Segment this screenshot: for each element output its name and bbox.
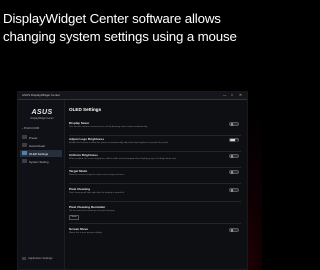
- setting-row-target-mode: Target Mode Dims the screen except the c…: [69, 169, 241, 184]
- headline-line-1: DisplayWidget Center software allows: [3, 11, 221, 26]
- setting-title: Pixel Cleaning: [69, 187, 91, 191]
- sidebar-item-label: System Setting: [29, 159, 49, 164]
- setting-row-adjust-logo-brightness: Adjust Logo Brightness Enable this funct…: [69, 137, 241, 152]
- setting-description: When enabled, the screen brightness will…: [69, 158, 177, 160]
- gear-icon: [22, 159, 27, 163]
- adjust-logo-brightness-toggle[interactable]: [229, 138, 239, 142]
- setting-title: Pixel Cleaning Reminder: [69, 205, 106, 209]
- window-title: ASUS DisplayWidget Center: [22, 93, 61, 97]
- setting-description: Enable this function to allow the system…: [69, 142, 169, 144]
- application-settings-label: Application Settings: [28, 256, 53, 260]
- sidebar-item-label: Preset: [29, 135, 38, 140]
- setting-title: Uniform Brightness: [69, 153, 98, 157]
- headline-line-2: changing system settings using a mouse: [3, 29, 237, 44]
- display-saver-toggle[interactable]: [229, 122, 239, 126]
- setting-title: Screen Move: [69, 227, 89, 231]
- palette-icon: [22, 143, 27, 147]
- setting-row-pixel-cleaning-reminder: Pixel Cleaning Reminder Set the interval…: [69, 205, 241, 224]
- setting-row-display-saver: Display Saver This function reduces scre…: [69, 121, 241, 136]
- sidebar-item-label: GameVisual: [29, 143, 45, 148]
- setting-description: Moves the screen position slightly.: [69, 232, 103, 234]
- setting-description: Set the interval to remind you for pixel…: [69, 210, 116, 212]
- pixel-cleaning-reminder-select[interactable]: Never: [69, 215, 79, 220]
- screen-move-toggle[interactable]: [229, 228, 239, 232]
- setting-title: Adjust Logo Brightness: [69, 137, 105, 141]
- sidebar-item-preset[interactable]: Preset: [20, 134, 62, 141]
- uniform-brightness-toggle[interactable]: [229, 154, 239, 158]
- page-title: OLED Settings: [69, 107, 102, 112]
- settings-icon: [22, 256, 26, 260]
- setting-description: Dims the screen except the center area t…: [69, 174, 125, 176]
- setting-row-pixel-cleaning: Pixel Cleaning Pixel cleaning will start…: [69, 187, 241, 202]
- close-button[interactable]: ✕: [239, 93, 242, 97]
- oled-icon: [22, 151, 27, 155]
- main-panel: OLED Settings Display Saver This functio…: [65, 100, 247, 269]
- setting-row-uniform-brightness: Uniform Brightness When enabled, the scr…: [69, 153, 241, 168]
- sidebar-item-gamevisual[interactable]: GameVisual: [20, 142, 62, 149]
- sidebar-item-oled-settings[interactable]: OLED Settings: [20, 150, 62, 157]
- setting-row-screen-move: Screen Move Moves the screen position sl…: [69, 227, 241, 241]
- maximize-button[interactable]: □: [231, 93, 233, 97]
- toggle-knob: [230, 155, 233, 158]
- back-link[interactable]: ‹ PG32UCDM: [22, 126, 39, 130]
- title-bar: ASUS DisplayWidget Center — □ ✕: [18, 92, 247, 100]
- app-name: DisplayWidget Center: [30, 117, 54, 120]
- toggle-knob: [230, 189, 233, 192]
- toggle-knob: [230, 123, 233, 126]
- sidebar-item-label: OLED Settings: [29, 151, 49, 156]
- setting-description: This function reduces screen burn-in ris…: [69, 126, 148, 128]
- toggle-knob: [230, 229, 233, 232]
- toggle-knob: [230, 171, 233, 174]
- setting-description: Pixel cleaning will start right after th…: [69, 192, 125, 194]
- headline: DisplayWidget Center software allows cha…: [3, 10, 269, 46]
- minimize-button[interactable]: —: [223, 93, 226, 97]
- pixel-cleaning-toggle[interactable]: [229, 188, 239, 192]
- setting-title: Target Mode: [69, 169, 88, 173]
- sidebar: ASUS DisplayWidget Center ‹ PG32UCDM Pre…: [18, 100, 65, 269]
- sidebar-item-system-setting[interactable]: System Setting: [20, 158, 62, 165]
- monitor-icon: [22, 135, 27, 139]
- app-window: ASUS DisplayWidget Center — □ ✕ ASUS Dis…: [17, 91, 248, 270]
- setting-title: Display Saver: [69, 121, 90, 125]
- target-mode-toggle[interactable]: [229, 170, 239, 174]
- asus-logo: ASUS: [31, 109, 53, 116]
- toggle-knob: [235, 139, 238, 142]
- application-settings-link[interactable]: Application Settings: [22, 256, 53, 260]
